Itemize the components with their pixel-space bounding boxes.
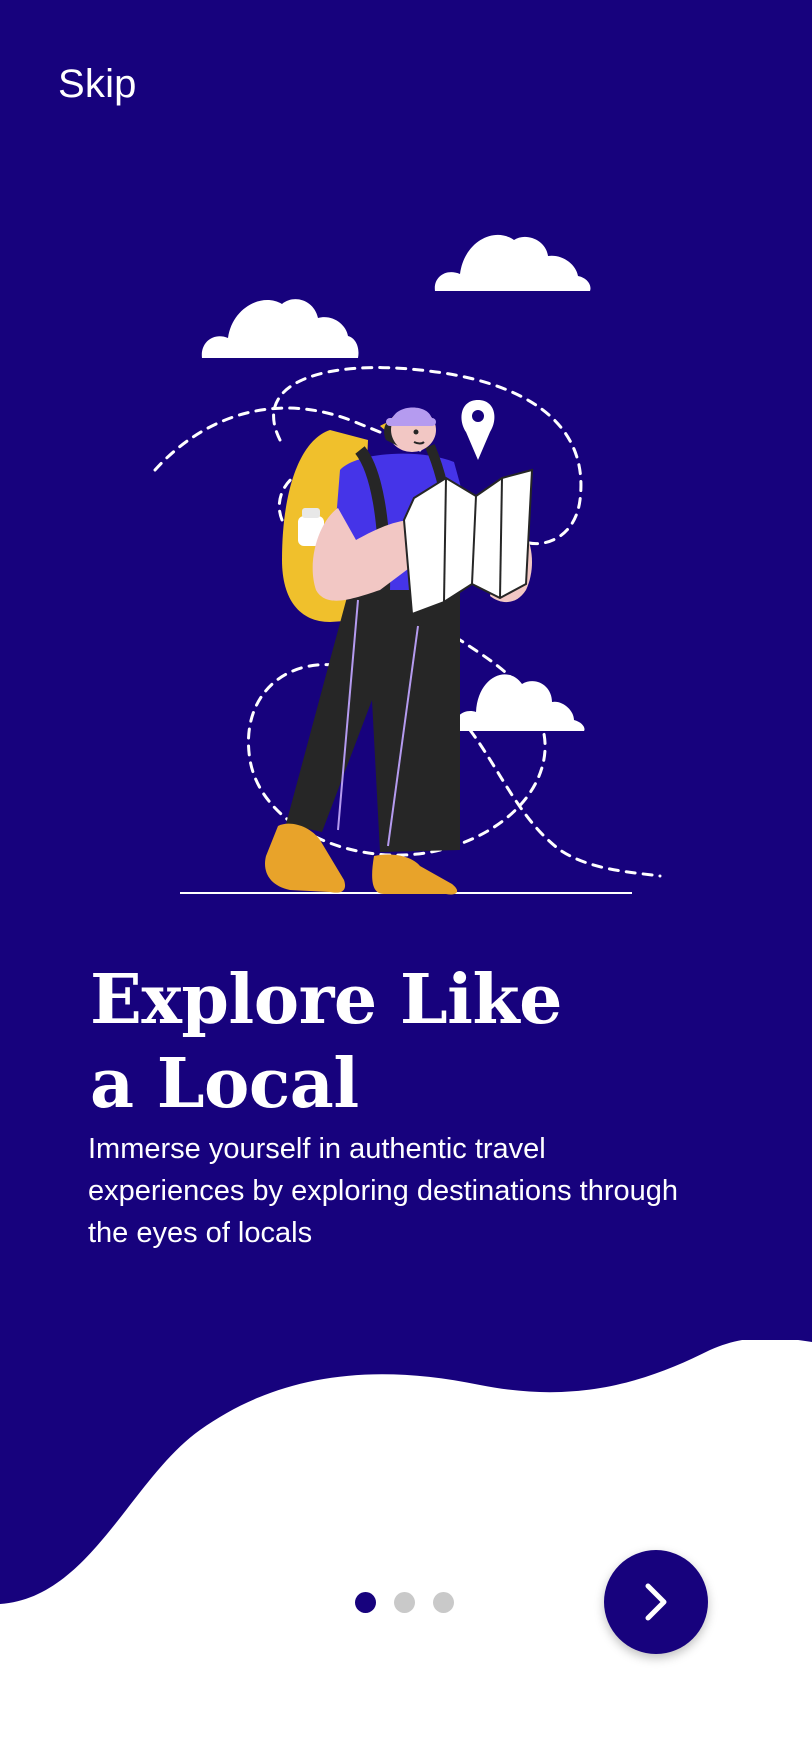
- page-title: Explore Like a Local: [90, 958, 730, 1126]
- hat: [386, 407, 436, 426]
- skip-button[interactable]: Skip: [58, 62, 137, 107]
- next-button[interactable]: [604, 1550, 708, 1654]
- cloud-icon: [454, 674, 585, 731]
- page-dot-2[interactable]: [394, 1592, 415, 1613]
- location-pin-icon: [461, 400, 495, 460]
- bottom-wave: [0, 1340, 812, 1758]
- cloud-icon: [434, 234, 591, 291]
- page-dot-1[interactable]: [355, 1592, 376, 1613]
- title-line-2: a Local: [90, 1044, 359, 1124]
- cloud-icon: [201, 299, 359, 358]
- page-dot-3[interactable]: [433, 1592, 454, 1613]
- onboarding-screen: Skip Explore Like a Local Immerse yourse…: [0, 0, 812, 1758]
- description-text: Immerse yourself in authentic travel exp…: [88, 1133, 679, 1249]
- chevron-right-icon: [645, 1583, 667, 1621]
- title-line-1: Explore Like: [90, 960, 562, 1040]
- page-indicator: [355, 1592, 454, 1613]
- traveler-illustration: [153, 234, 662, 895]
